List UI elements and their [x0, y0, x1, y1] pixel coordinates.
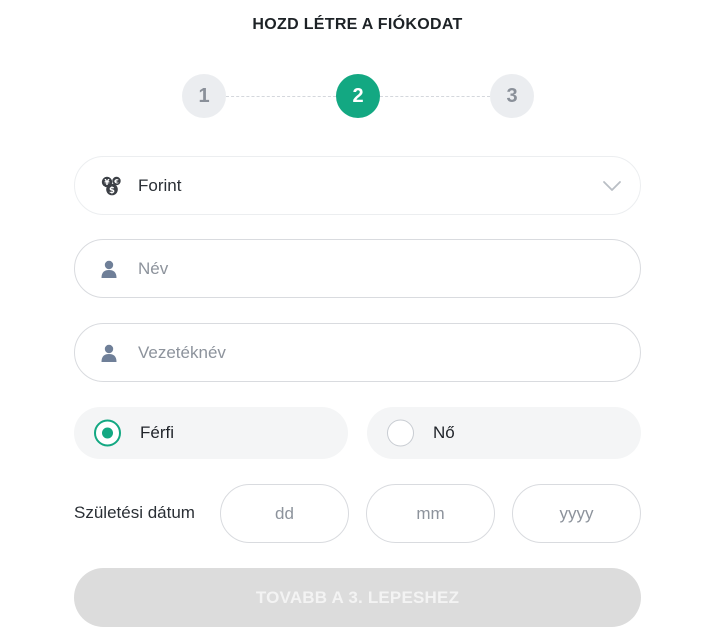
currency-select[interactable]: ¥ € $ Forint: [74, 156, 641, 215]
birth-date-label: Születési dátum: [74, 503, 195, 522]
first-name-field[interactable]: Név: [74, 239, 641, 298]
radio-selected-icon[interactable]: [94, 419, 121, 447]
gender-option-male[interactable]: Férfi: [74, 407, 348, 459]
gender-option-female[interactable]: Nő: [367, 407, 641, 459]
radio-unselected-icon[interactable]: [387, 419, 414, 447]
chevron-down-icon: [602, 180, 622, 192]
step-indicator: 1 2 3: [0, 74, 728, 120]
gender-label-male: Férfi: [140, 423, 174, 442]
user-icon: [100, 344, 118, 362]
step-2-current: 2: [336, 74, 380, 118]
step-connector: [380, 96, 490, 97]
birth-day-input[interactable]: dd: [220, 484, 349, 543]
svg-text:$: $: [109, 185, 115, 195]
birth-month-input[interactable]: mm: [366, 484, 495, 543]
next-step-button[interactable]: TOVABB A 3. LEPESHEZ: [74, 568, 641, 627]
last-name-placeholder: Vezetéknév: [138, 342, 226, 362]
page-title: HOZD LÉTRE A FIÓKODAT: [252, 16, 463, 33]
currency-coins-icon: ¥ € $: [100, 176, 122, 196]
step-connector: [226, 96, 336, 97]
first-name-placeholder: Név: [138, 258, 169, 278]
currency-value: Forint: [138, 175, 182, 195]
step-3: 3: [490, 74, 534, 118]
step-1: 1: [182, 74, 226, 118]
last-name-field[interactable]: Vezetéknév: [74, 323, 641, 382]
user-icon: [100, 260, 118, 278]
birth-year-input[interactable]: yyyy: [512, 484, 641, 543]
gender-label-female: Nő: [433, 423, 455, 442]
